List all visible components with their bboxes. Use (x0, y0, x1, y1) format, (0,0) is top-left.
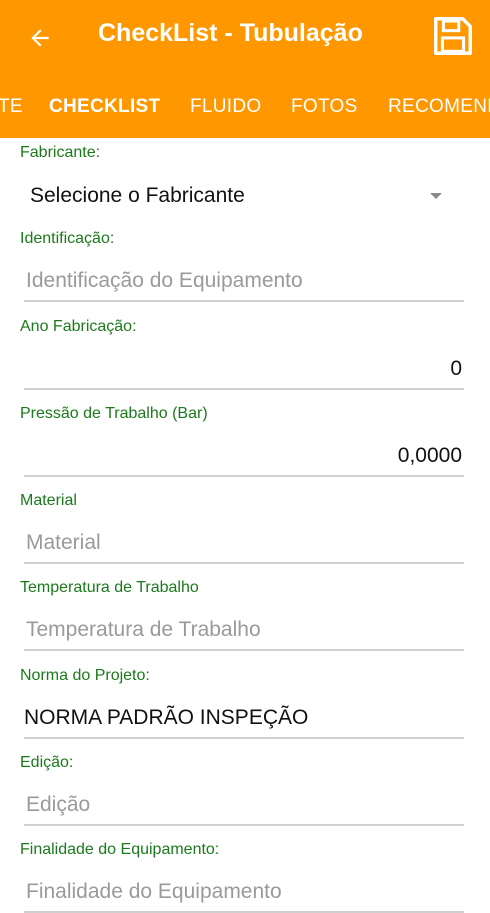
save-button[interactable] (428, 12, 478, 60)
identificacao-field[interactable]: Identificação do Equipamento (24, 262, 464, 302)
norma-field[interactable]: NORMA PADRÃO INSPEÇÃO (24, 699, 464, 739)
norma-value: NORMA PADRÃO INSPEÇÃO (24, 706, 309, 729)
back-button[interactable] (20, 18, 60, 58)
tab-checklist[interactable]: CHECKLIST (49, 96, 160, 118)
tab-bar: TE CHECKLIST FLUIDO FOTOS RECOMEND (0, 76, 490, 138)
page-title: CheckList - Tubulação (98, 19, 363, 47)
temperatura-label: Temperatura de Trabalho (20, 579, 199, 596)
temperatura-placeholder: Temperatura de Trabalho (26, 618, 261, 641)
temperatura-field[interactable]: Temperatura de Trabalho (24, 611, 464, 651)
identificacao-label: Identificação: (20, 230, 115, 247)
norma-label: Norma do Projeto: (20, 667, 150, 684)
edicao-placeholder: Edição (26, 793, 91, 816)
app-bar: CheckList - Tubulação (0, 0, 490, 76)
finalidade-placeholder: Finalidade do Equipamento (26, 880, 282, 903)
edicao-field[interactable]: Edição (24, 786, 464, 826)
tab-fluido[interactable]: FLUIDO (190, 96, 261, 118)
pressao-value: 0,0000 (397, 444, 462, 467)
tab-recomendacoes[interactable]: RECOMEND (388, 96, 490, 118)
ano-field[interactable]: 0 (24, 350, 464, 390)
finalidade-field[interactable]: Finalidade do Equipamento (24, 873, 464, 913)
ano-label: Ano Fabricação: (20, 318, 137, 335)
pressao-field[interactable]: 0,0000 (24, 437, 464, 477)
ano-value: 0 (450, 357, 462, 380)
material-field[interactable]: Material (24, 524, 464, 564)
edicao-label: Edição: (20, 754, 74, 771)
arrow-left-icon (31, 29, 49, 47)
fabricante-value: Selecione o Fabricante (30, 184, 245, 207)
fabricante-select[interactable]: Selecione o Fabricante (30, 174, 450, 218)
floppy-disk-icon (434, 17, 472, 55)
material-placeholder: Material (26, 531, 101, 554)
tab-fotos[interactable]: FOTOS (291, 96, 358, 118)
fabricante-label: Fabricante: (20, 144, 101, 161)
tab-partial-left[interactable]: TE (0, 96, 23, 118)
dropdown-caret-icon (430, 193, 442, 199)
identificacao-placeholder: Identificação do Equipamento (26, 269, 303, 292)
material-label: Material (20, 492, 77, 509)
pressao-label: Pressão de Trabalho (Bar) (20, 405, 208, 422)
finalidade-label: Finalidade do Equipamento: (20, 841, 220, 858)
